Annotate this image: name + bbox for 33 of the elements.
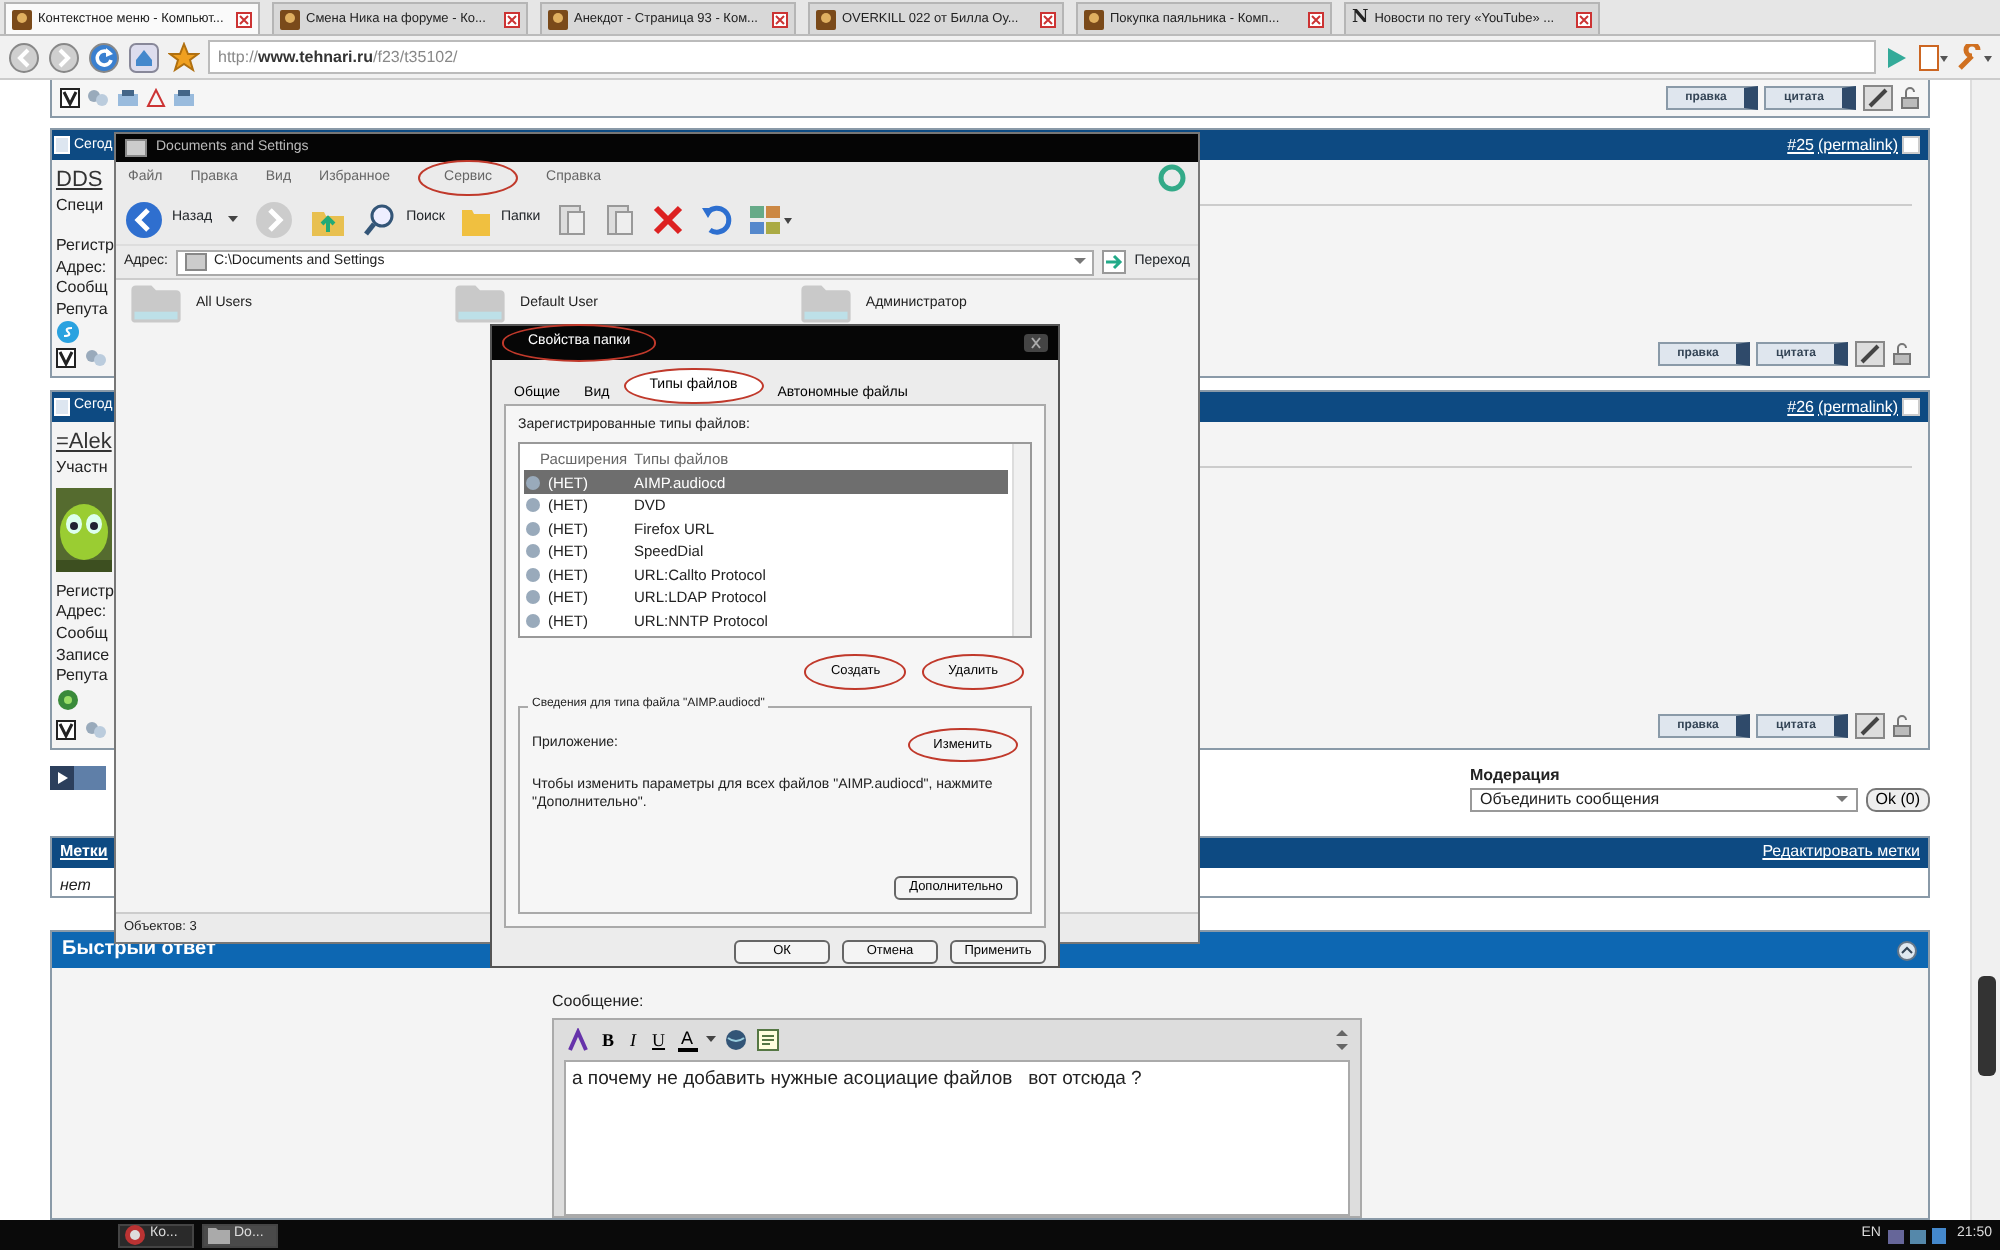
- user-detail: Регистр: [56, 581, 112, 601]
- bold-button[interactable]: B: [598, 1029, 619, 1051]
- user-title: Специ: [56, 196, 106, 217]
- text-color-button[interactable]: A: [677, 1027, 698, 1053]
- post-number[interactable]: #25: [1787, 135, 1814, 156]
- tags-value: нет: [60, 875, 91, 894]
- user-detail: Репута: [56, 299, 110, 319]
- user-detail: Адрес:: [56, 257, 109, 277]
- post-number[interactable]: #26: [1787, 397, 1814, 417]
- user-detail: Репута: [56, 666, 110, 686]
- edit-tags-link[interactable]: Редактировать метки: [1762, 842, 1920, 862]
- user-detail: Регистр: [56, 236, 112, 256]
- message-field[interactable]: а почему не добавить нужные асоциацие файлов вот отсюда ?: [564, 1059, 1350, 1216]
- user-detail: Записе: [56, 645, 112, 665]
- username-link[interactable]: =Alek: [56, 430, 112, 457]
- moderation-label: Модерация: [1470, 765, 1562, 785]
- italic-button[interactable]: I: [626, 1029, 641, 1051]
- user-title: Участн: [56, 458, 110, 478]
- message-label: Сообщение:: [552, 992, 646, 1012]
- underline-button[interactable]: U: [648, 1029, 670, 1051]
- username-link[interactable]: DDS: [56, 168, 112, 195]
- quick-reply-title: Быстрый ответ: [62, 938, 216, 963]
- moderation-select[interactable]: Объединить сообщения: [1470, 788, 1858, 813]
- ok-button[interactable]: Ok (0): [1865, 788, 1930, 813]
- address-field[interactable]: http://www.tehnari.ru/f23/t35102/: [208, 40, 1876, 74]
- select-value: Объединить сообщения: [1480, 790, 1662, 811]
- permalink-link[interactable]: (permalink): [1817, 397, 1898, 417]
- favicon: N: [1352, 8, 1369, 30]
- tags-title: Метки: [60, 842, 108, 862]
- permalink-link[interactable]: (permalink): [1817, 135, 1898, 156]
- user-detail: Сообщ: [56, 278, 110, 298]
- user-detail: Адрес:: [56, 602, 109, 623]
- user-detail: Сообщ: [56, 624, 110, 644]
